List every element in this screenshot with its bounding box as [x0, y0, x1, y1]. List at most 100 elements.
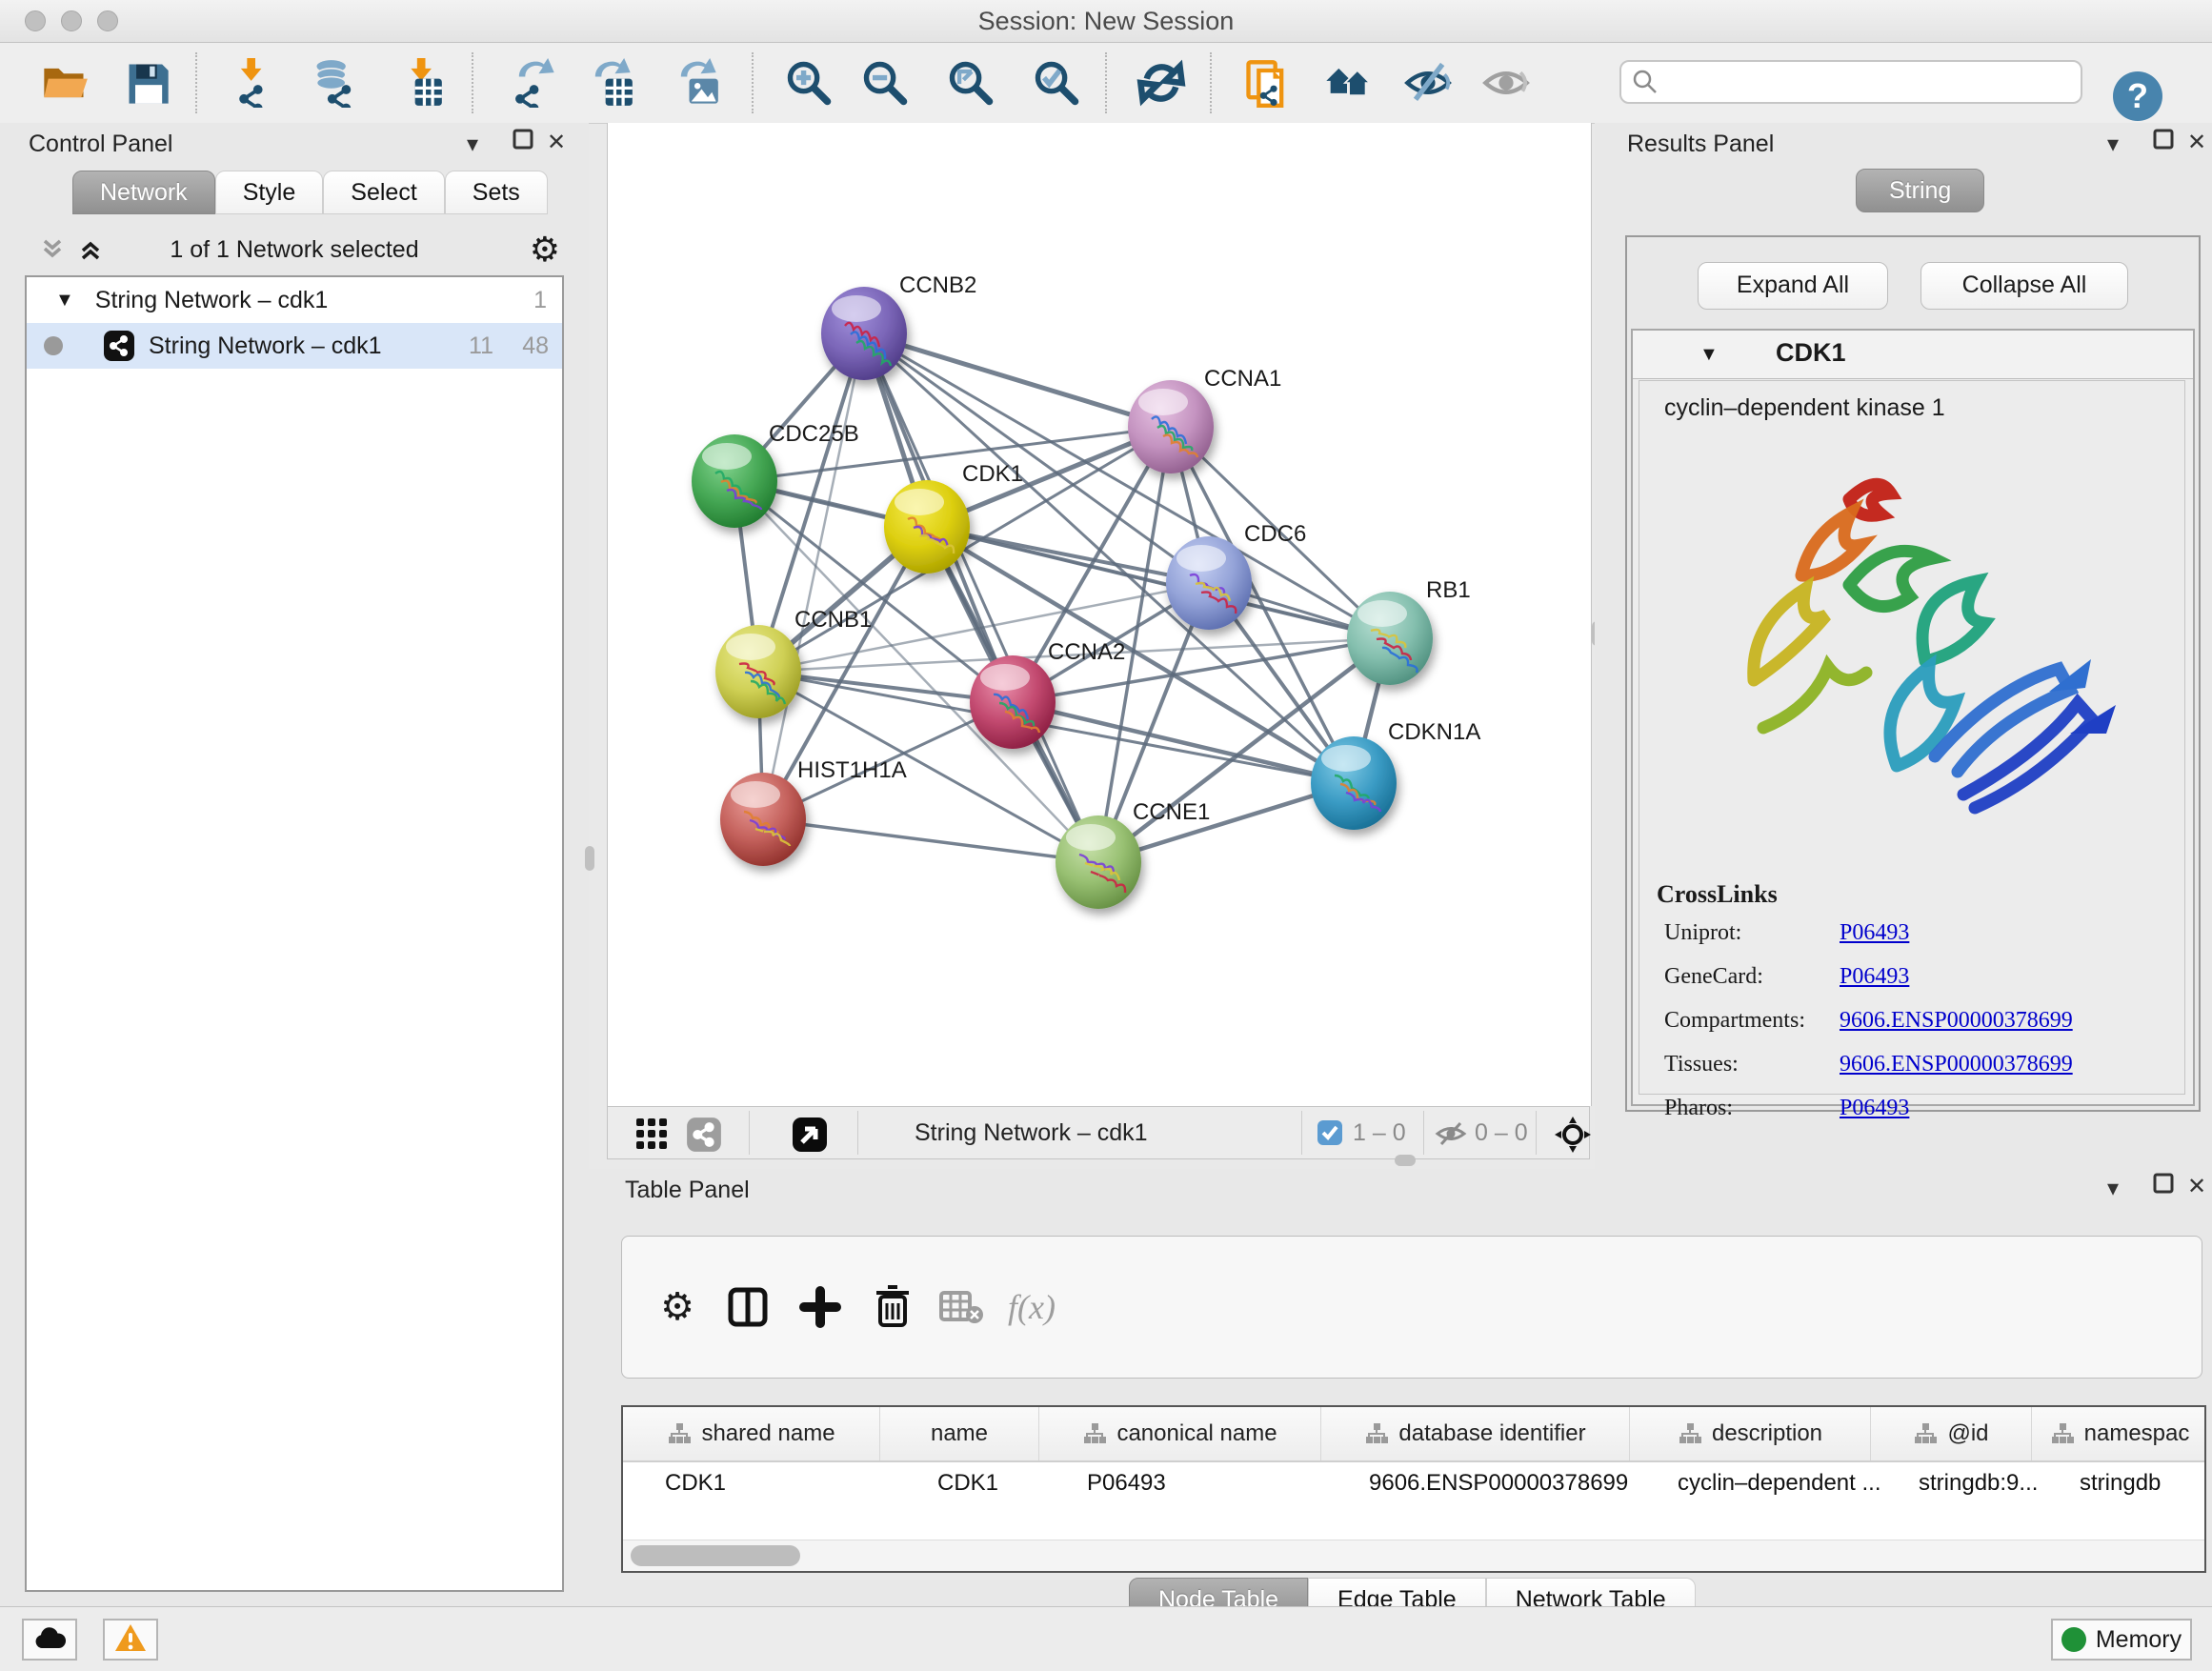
- export-image-icon[interactable]: [669, 56, 722, 110]
- tab-network[interactable]: Network: [72, 171, 215, 214]
- crosslink-link[interactable]: 9606.ENSP00000378699: [1840, 1052, 2073, 1077]
- node-CCNA2[interactable]: [970, 655, 1056, 749]
- edge-HIST1H1A-CCNE1[interactable]: [763, 819, 1098, 862]
- network-from-selection-icon[interactable]: [1240, 56, 1294, 110]
- tab-sets[interactable]: Sets: [445, 171, 548, 214]
- collapse-all-button[interactable]: Collapse All: [1920, 262, 2128, 310]
- column-header-shared-name[interactable]: shared name: [623, 1407, 880, 1460]
- import-table-icon[interactable]: [392, 56, 446, 110]
- edge-CCNB2-HIST1H1A[interactable]: [763, 333, 864, 819]
- results-panel-float-icon[interactable]: [2151, 127, 2176, 158]
- export-table-icon[interactable]: [583, 56, 636, 110]
- search-input[interactable]: [1669, 61, 2081, 103]
- table-scrollbar-thumb[interactable]: [631, 1545, 800, 1566]
- left-splitter-handle[interactable]: [585, 846, 594, 871]
- node-CCNB1[interactable]: [715, 625, 801, 718]
- column-header-namespac[interactable]: namespac: [2032, 1407, 2206, 1460]
- node-CDK1[interactable]: [884, 480, 970, 574]
- expand-all-button[interactable]: Expand All: [1698, 262, 1888, 310]
- node-CCNE1[interactable]: [1056, 815, 1141, 909]
- edge-CDK1-RB1[interactable]: [927, 527, 1390, 638]
- tab-string[interactable]: String: [1856, 169, 1984, 212]
- collection-expand-icon[interactable]: ▼: [55, 290, 74, 312]
- zoom-in-icon[interactable]: [782, 56, 835, 110]
- show-columns-icon[interactable]: [723, 1282, 773, 1332]
- export-network-icon[interactable]: [507, 56, 560, 110]
- memory-button[interactable]: Memory: [2051, 1619, 2192, 1661]
- control-panel-close-icon[interactable]: ✕: [547, 129, 566, 156]
- zoom-out-icon[interactable]: [858, 56, 912, 110]
- column-header-@id[interactable]: @id: [1871, 1407, 2032, 1460]
- node-CDC6[interactable]: [1166, 536, 1252, 630]
- crosslink-row: GeneCard:P06493: [1639, 964, 2184, 1008]
- node-RB1[interactable]: [1347, 592, 1433, 685]
- zoom-selected-icon[interactable]: [1030, 56, 1083, 110]
- protein-card-header[interactable]: ▼ CDK1: [1633, 331, 2193, 379]
- cloud-button[interactable]: [22, 1619, 77, 1661]
- refresh-icon[interactable]: [1135, 56, 1188, 110]
- node-CDKN1A[interactable]: [1311, 736, 1397, 830]
- table-panel-collapse-icon[interactable]: ▾: [2107, 1175, 2119, 1202]
- results-panel-collapse-icon[interactable]: ▾: [2107, 131, 2119, 158]
- node-HIST1H1A[interactable]: [720, 773, 806, 866]
- hidden-eye-icon[interactable]: [1435, 1119, 1467, 1153]
- bottom-splitter-handle[interactable]: [1395, 1155, 1416, 1166]
- crosslink-link[interactable]: P06493: [1840, 964, 1909, 990]
- table-options-gear-icon[interactable]: ⚙: [653, 1282, 702, 1332]
- edge-CCNB2-CCNA1[interactable]: [864, 333, 1171, 427]
- node-CDC25B[interactable]: [692, 434, 777, 528]
- results-panel-close-icon[interactable]: ✕: [2187, 129, 2206, 156]
- create-column-plus-icon[interactable]: [795, 1282, 845, 1332]
- cell-description[interactable]: cyclin–dependent ...: [1678, 1470, 1880, 1497]
- column-tree-icon: [667, 1422, 692, 1445]
- help-button[interactable]: ?: [2113, 71, 2162, 121]
- node-table[interactable]: shared namenamecanonical namedatabase id…: [621, 1405, 2206, 1573]
- node-CCNA1[interactable]: [1128, 380, 1214, 473]
- cell-canonical-name[interactable]: P06493: [1087, 1470, 1166, 1497]
- network-collection-row[interactable]: ▼ String Network – cdk1 1: [27, 277, 562, 323]
- selected-checkbox-icon[interactable]: [1317, 1119, 1343, 1151]
- delete-column-trash-icon[interactable]: [868, 1282, 917, 1332]
- control-panel-float-icon[interactable]: [511, 127, 535, 158]
- save-icon[interactable]: [121, 56, 174, 110]
- cell-@id[interactable]: stringdb:9...: [1919, 1470, 2038, 1497]
- column-tree-icon: [1364, 1422, 1389, 1445]
- tab-select[interactable]: Select: [323, 171, 444, 214]
- column-header-description[interactable]: description: [1630, 1407, 1871, 1460]
- network-overview-share-icon[interactable]: [686, 1117, 722, 1158]
- column-header-name[interactable]: name: [880, 1407, 1039, 1460]
- birdseye-grid-icon[interactable]: [634, 1117, 669, 1156]
- open-in-new-window-icon[interactable]: [791, 1116, 829, 1158]
- table-horizontal-scrollbar[interactable]: [623, 1540, 2204, 1571]
- control-panel-collapse-icon[interactable]: ▾: [467, 131, 478, 158]
- cell-shared-name[interactable]: CDK1: [665, 1470, 726, 1497]
- protein-structure-image: [1735, 442, 2154, 871]
- tab-style[interactable]: Style: [215, 171, 324, 214]
- column-header-database-identifier[interactable]: database identifier: [1321, 1407, 1630, 1460]
- open-folder-icon[interactable]: [38, 56, 91, 110]
- warnings-button[interactable]: [103, 1619, 158, 1661]
- import-network-icon[interactable]: [229, 56, 282, 110]
- network-share-icon: [103, 330, 135, 362]
- show-all-icon[interactable]: [1479, 56, 1533, 110]
- crosslink-link[interactable]: P06493: [1840, 1096, 1909, 1121]
- zoom-fit-icon[interactable]: [944, 56, 997, 110]
- hide-selected-icon[interactable]: [1401, 56, 1455, 110]
- network-row-selected[interactable]: String Network – cdk1 11 48: [27, 323, 562, 369]
- network-canvas[interactable]: CCNB2 CCNA1 CDC25B CDK1 CDC6 RB1 CCNB1 C…: [607, 123, 1592, 1106]
- fit-selected-crosshair-icon[interactable]: [1553, 1115, 1593, 1159]
- crosslink-link[interactable]: P06493: [1840, 920, 1909, 946]
- crosslink-link[interactable]: 9606.ENSP00000378699: [1840, 1008, 2073, 1034]
- cell-namespac[interactable]: stringdb: [2080, 1470, 2161, 1497]
- network-options-gear-icon[interactable]: ⚙: [530, 230, 560, 270]
- import-database-icon[interactable]: [309, 56, 362, 110]
- column-header-canonical-name[interactable]: canonical name: [1039, 1407, 1321, 1460]
- protein-collapse-icon[interactable]: ▼: [1699, 344, 1719, 366]
- cell-database-identifier[interactable]: 9606.ENSP00000378699: [1369, 1470, 1628, 1497]
- first-neighbors-icon[interactable]: [1320, 56, 1374, 110]
- node-CCNB2[interactable]: [821, 287, 907, 380]
- table-panel-float-icon[interactable]: [2151, 1171, 2176, 1202]
- table-panel-close-icon[interactable]: ✕: [2187, 1173, 2206, 1200]
- search-box[interactable]: [1619, 60, 2082, 104]
- cell-name[interactable]: CDK1: [937, 1470, 998, 1497]
